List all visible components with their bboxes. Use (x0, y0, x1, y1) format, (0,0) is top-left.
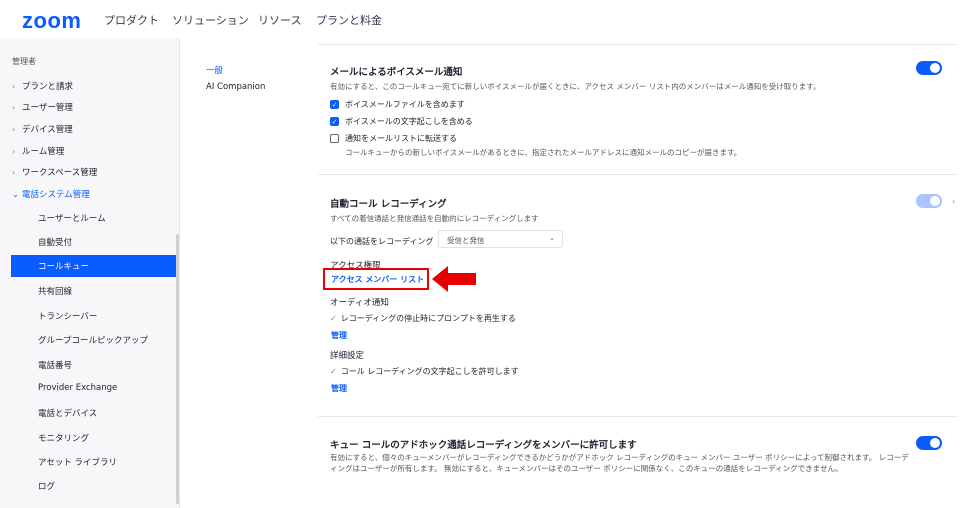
access-member-list-link[interactable]: アクセス メンバー リスト (331, 274, 424, 285)
sidebar-item-plans-billing[interactable]: › プランと請求 (12, 80, 73, 92)
record-calls-label: 以下の通話をレコーディング (330, 237, 434, 246)
tab-general[interactable]: 一般 (206, 64, 223, 76)
select-value: 受信と発信 (447, 236, 485, 245)
toggle-knob (930, 438, 940, 448)
chevron-right-icon: › (12, 125, 16, 134)
zoom-logo[interactable]: zoom (22, 8, 81, 34)
checkbox-unchecked-icon (330, 134, 339, 143)
adhoc-recording-desc: 有効にすると、個々のキューメンバーがレコーディングできるかどうかがアドホック レ… (330, 453, 909, 473)
sidebar: 管理者 › プランと請求 › ユーザー管理 › デバイス管理 › ルーム管理 › ワークス… (0, 38, 180, 508)
advanced-settings-title: 詳細設定 (330, 351, 365, 361)
check-icon: ✓ (330, 314, 337, 323)
sidebar-sub-phone-numbers[interactable]: 電話番号 (38, 359, 72, 371)
toggle-knob (930, 63, 940, 73)
chevron-down-icon: ⌄ (549, 234, 555, 242)
voicemail-notify-title: メールによるボイスメール通知 (330, 67, 463, 78)
sidebar-sub-shared-lines[interactable]: 共有回線 (38, 285, 72, 297)
sidebar-sub-asset-library[interactable]: アセット ライブラリ (38, 456, 117, 468)
check-icon: ✓ (330, 367, 337, 376)
sidebar-sub-call-queue[interactable]: コールキュー (11, 255, 178, 277)
advanced-manage-link[interactable]: 管理 (331, 383, 347, 394)
audio-notification-title: オーディオ通知 (330, 298, 389, 308)
sidebar-sub-provider-exchange[interactable]: Provider Exchange (38, 383, 117, 393)
checkbox-label: ボイスメールファイルを含めます (345, 100, 465, 109)
sidebar-item-user-management[interactable]: › ユーザー管理 (12, 101, 73, 113)
sidebar-sub-users-rooms[interactable]: ユーザーとルーム (38, 212, 106, 224)
sidebar-item-label: ワークスペース管理 (22, 168, 98, 178)
sidebar-item-label: ユーザー管理 (22, 103, 73, 113)
adhoc-recording-toggle[interactable] (916, 436, 942, 450)
adhoc-recording-title: キュー コールのアドホック通話レコーディングをメンバーに許可します (330, 440, 637, 451)
nav-solutions[interactable]: ソリューション (172, 12, 249, 28)
sidebar-sub-transceiver[interactable]: トランシーバー (38, 310, 97, 322)
section-divider (318, 416, 958, 417)
sidebar-sub-phones-devices[interactable]: 電話とデバイス (38, 407, 97, 419)
sidebar-item-label: コールキュー (38, 262, 90, 272)
section-divider (318, 44, 958, 45)
audio-manage-link[interactable]: 管理 (331, 330, 347, 341)
include-voicemail-file-checkbox[interactable]: ✓ ボイスメールファイルを含めます (330, 99, 465, 110)
record-calls-select[interactable]: 受信と発信 ⌄ (438, 230, 563, 248)
audio-notification-item: ✓ レコーディングの停止時にプロンプトを再生する (330, 313, 516, 324)
check-item-label: レコーディングの停止時にプロンプトを再生する (340, 314, 516, 323)
top-nav: zoom プロダクト ソリューション リソース プランと料金 (0, 0, 977, 38)
sidebar-item-label: デバイス管理 (22, 125, 73, 135)
include-transcript-checkbox[interactable]: ✓ ボイスメールの文字起こしを含める (330, 116, 473, 127)
sidebar-item-label: 電話システム管理 (22, 190, 90, 200)
auto-recording-toggle[interactable] (916, 194, 942, 208)
nav-products[interactable]: プロダクト (104, 12, 159, 28)
voicemail-notify-toggle[interactable] (916, 61, 942, 75)
sidebar-scrollbar[interactable] (176, 234, 179, 504)
sidebar-sub-logs[interactable]: ログ (38, 480, 55, 492)
checkbox-checked-icon: ✓ (330, 117, 339, 126)
auto-recording-title: 自動コール レコーディング (330, 199, 447, 210)
forward-to-email-checkbox[interactable]: 通知をメールリストに転送する (330, 133, 457, 144)
checkbox-label: 通知をメールリストに転送する (345, 134, 457, 143)
sidebar-sub-monitoring[interactable]: モニタリング (38, 432, 89, 444)
sidebar-item-room-management[interactable]: › ルーム管理 (12, 145, 64, 157)
sidebar-item-phone-system[interactable]: ⌄ 電話システム管理 (12, 188, 90, 200)
checkbox-label: ボイスメールの文字起こしを含める (345, 117, 473, 126)
auto-recording-desc: すべての着信通話と発信通話を自動的にレコーディングします (330, 214, 539, 223)
checkbox-checked-icon: ✓ (330, 100, 339, 109)
nav-resources[interactable]: リソース (258, 12, 301, 28)
tab-ai-companion[interactable]: AI Companion (206, 82, 265, 92)
sidebar-header: 管理者 (12, 57, 36, 66)
sidebar-item-label: プランと請求 (22, 82, 74, 92)
toggle-knob (930, 196, 940, 206)
chevron-right-icon: › (952, 197, 956, 206)
advanced-settings-item: ✓ コール レコーディングの文字起こしを許可します (330, 366, 519, 377)
sidebar-item-workspace-management[interactable]: › ワークスペース管理 (12, 166, 97, 178)
chevron-right-icon: › (12, 147, 16, 156)
red-arrow-icon (432, 266, 476, 292)
chevron-right-icon: › (12, 103, 16, 112)
sidebar-sub-group-call-pickup[interactable]: グループコールピックアップ (38, 334, 148, 346)
sidebar-item-label: ルーム管理 (22, 147, 65, 157)
section-divider (318, 174, 958, 175)
chevron-right-icon: › (12, 82, 16, 91)
chevron-right-icon: › (12, 168, 16, 177)
forward-to-email-desc: コールキューからの新しいボイスメールがあるときに、指定されたメールアドレスに通知… (345, 148, 742, 157)
voicemail-notify-desc: 有効にすると、このコールキュー宛てに新しいボイスメールが届くときに、アクセス メ… (330, 82, 821, 91)
nav-plans-pricing[interactable]: プランと料金 (316, 12, 382, 28)
check-item-label: コール レコーディングの文字起こしを許可します (340, 367, 519, 376)
sidebar-item-device-management[interactable]: › デバイス管理 (12, 123, 73, 135)
sidebar-sub-auto-receptionist[interactable]: 自動受付 (38, 236, 72, 248)
chevron-down-icon: ⌄ (12, 190, 19, 199)
